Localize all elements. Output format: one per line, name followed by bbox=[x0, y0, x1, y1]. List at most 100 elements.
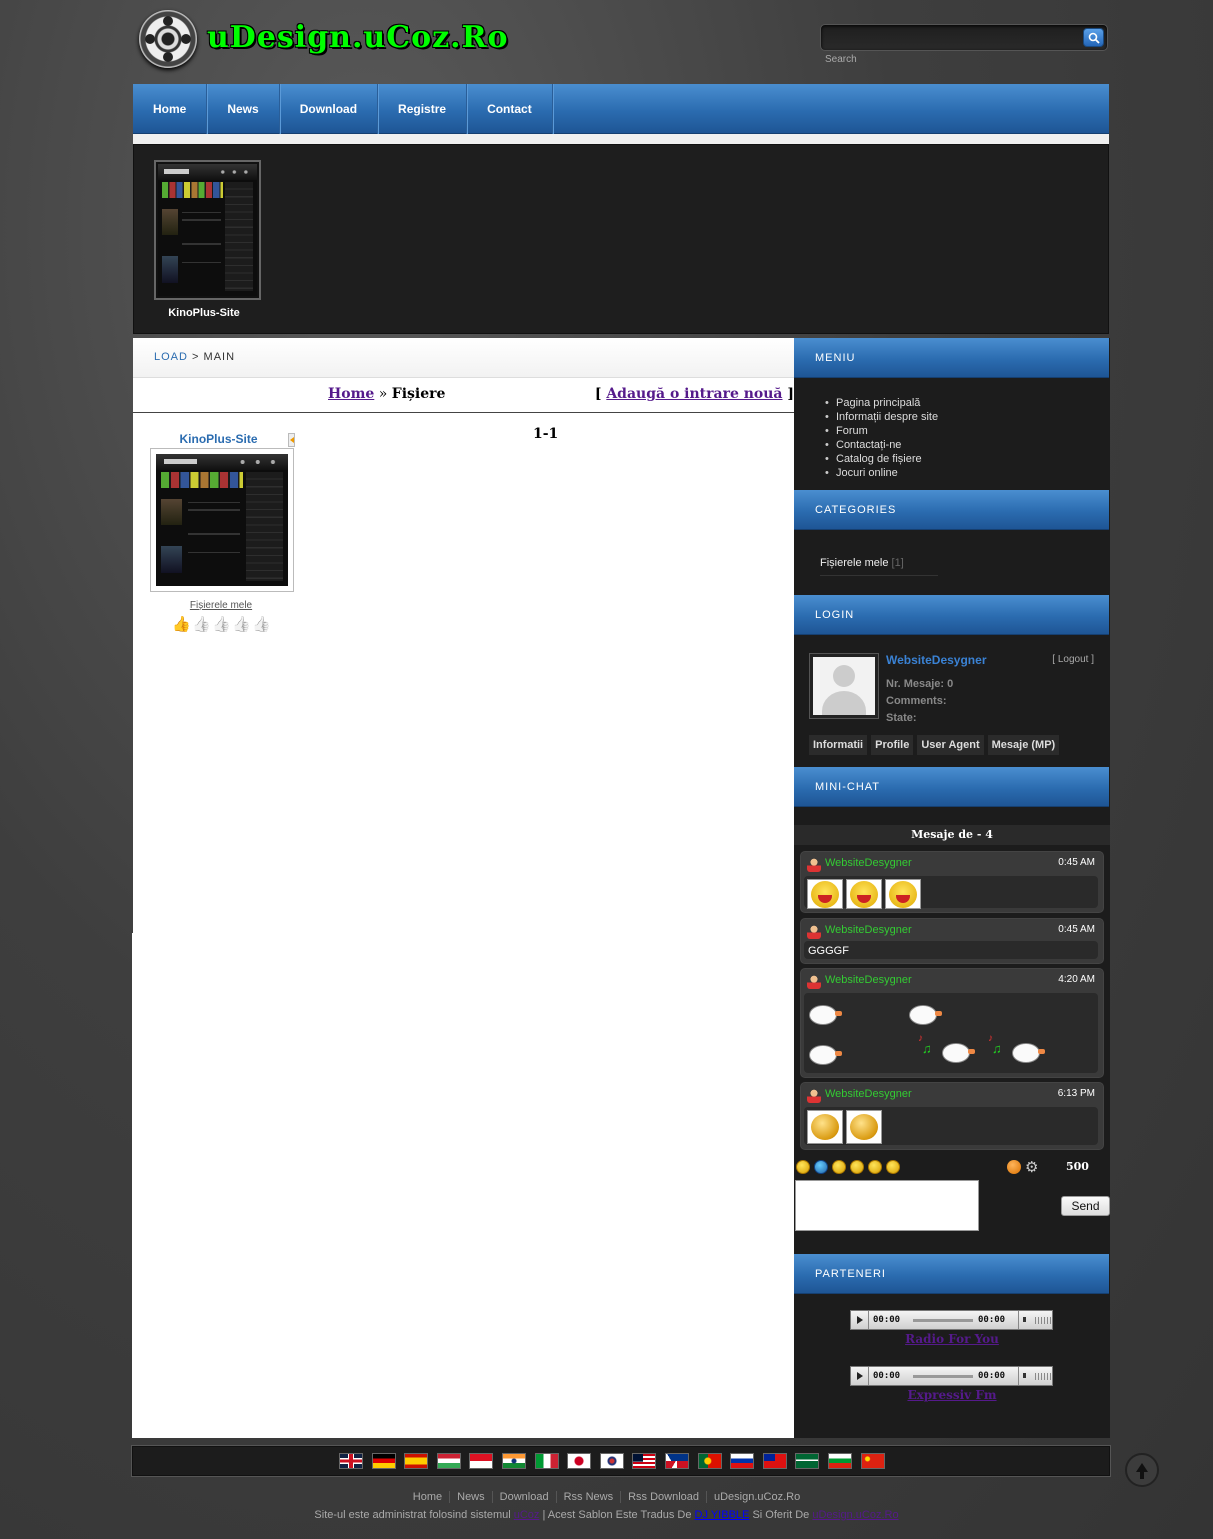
site-logo[interactable]: uDesign.uCoz.Ro bbox=[137, 8, 517, 78]
chat-message-user[interactable]: WebsiteDesygner bbox=[825, 857, 912, 869]
credit-site-link[interactable]: uDesign.uCoz.Ro bbox=[812, 1509, 898, 1521]
chat-char-counter: 500 bbox=[1066, 1160, 1089, 1173]
menu-item-games[interactable]: Jocuri online bbox=[825, 466, 938, 480]
chat-message-time: 0:45 AM bbox=[1058, 857, 1095, 868]
categories-block-title: CATEGORIES bbox=[794, 490, 1109, 530]
entry-thumbnail[interactable] bbox=[150, 448, 294, 592]
path-home-link[interactable]: Home bbox=[328, 386, 374, 402]
menu-item-home[interactable]: Pagina principală bbox=[825, 396, 938, 410]
emoticon-grin-icon[interactable] bbox=[850, 1160, 864, 1174]
flag-germany-icon[interactable] bbox=[371, 1453, 396, 1469]
volume-icon[interactable] bbox=[1018, 1311, 1052, 1329]
featured-label[interactable]: KinoPlus-Site bbox=[144, 307, 264, 319]
scroll-to-top-button[interactable] bbox=[1125, 1453, 1159, 1487]
footer-link-home[interactable]: Home bbox=[406, 1491, 451, 1503]
radio-link[interactable]: Radio For You bbox=[794, 1332, 1110, 1346]
golden-ball-icon bbox=[807, 1110, 843, 1144]
flag-philippines-icon[interactable] bbox=[664, 1453, 689, 1469]
user-tab-user-agent[interactable]: User Agent bbox=[917, 735, 984, 755]
radio-link[interactable]: Expressiv Fm bbox=[794, 1388, 1110, 1402]
flag-china-icon[interactable] bbox=[860, 1453, 885, 1469]
footer-link-rss-download[interactable]: Rss Download bbox=[621, 1491, 707, 1503]
chat-message-input[interactable] bbox=[795, 1180, 979, 1231]
emoticon-wink-icon[interactable] bbox=[886, 1160, 900, 1174]
add-entry-link[interactable]: Adaugă o intrare nouă bbox=[606, 386, 782, 402]
partners-block-title: PARTENERI bbox=[794, 1254, 1109, 1294]
category-item[interactable]: Fișierele mele [1] bbox=[820, 557, 938, 576]
gear-icon[interactable]: ⚙ bbox=[1025, 1160, 1040, 1175]
flag-hungary-icon[interactable] bbox=[436, 1453, 461, 1469]
chat-send-button[interactable]: Send bbox=[1061, 1196, 1110, 1216]
flag-uk-icon[interactable] bbox=[339, 1453, 363, 1469]
music-note-icon: ♫ bbox=[922, 1041, 932, 1056]
footer-link-news[interactable]: News bbox=[450, 1491, 493, 1503]
user-name[interactable]: WebsiteDesygner bbox=[886, 653, 986, 667]
nav-registre[interactable]: Registre bbox=[378, 84, 468, 134]
menu-item-file-catalog[interactable]: Catalog de fișiere bbox=[825, 452, 938, 466]
rating-thumb-icon[interactable]: 👍 bbox=[192, 616, 211, 634]
breadcrumb-load-link[interactable]: LOAD bbox=[154, 351, 188, 363]
footer-link-rss-news[interactable]: Rss News bbox=[557, 1491, 622, 1503]
entry-category-link[interactable]: Fișierele mele bbox=[150, 600, 292, 611]
flag-japan-icon[interactable] bbox=[567, 1453, 592, 1469]
add-entry-open-bracket: [ bbox=[594, 386, 602, 402]
volume-icon[interactable] bbox=[1018, 1367, 1052, 1385]
nav-home[interactable]: Home bbox=[133, 84, 208, 134]
flag-india-icon[interactable] bbox=[501, 1453, 526, 1469]
entry-toggle-icon[interactable] bbox=[288, 433, 295, 447]
chat-header: Mesaje de - 4 bbox=[794, 825, 1110, 845]
nav-news[interactable]: News bbox=[207, 84, 280, 134]
player-progress-bar[interactable] bbox=[913, 1319, 973, 1322]
menu-item-forum[interactable]: Forum bbox=[825, 424, 938, 438]
player-progress-bar[interactable] bbox=[913, 1375, 973, 1378]
user-icon bbox=[807, 925, 821, 939]
search-input[interactable] bbox=[827, 28, 1077, 47]
flag-italy-icon[interactable] bbox=[534, 1453, 559, 1469]
credit-translator-link[interactable]: DJ YIBBLE bbox=[695, 1509, 750, 1521]
rating-thumb-icon[interactable]: 👍 bbox=[252, 616, 271, 634]
user-tab-private-messages[interactable]: Mesaje (MP) bbox=[987, 735, 1060, 755]
play-icon[interactable] bbox=[851, 1367, 869, 1385]
breadcrumb: LOAD > MAIN bbox=[154, 351, 235, 363]
menu-item-about[interactable]: Informații despre site bbox=[825, 410, 938, 424]
laughing-smiley-icon bbox=[885, 879, 921, 909]
flag-saudi-icon[interactable] bbox=[795, 1453, 820, 1469]
flag-bulgaria-icon[interactable] bbox=[827, 1453, 852, 1469]
more-emoticons-icon[interactable] bbox=[1007, 1160, 1021, 1174]
menu-item-contact[interactable]: Contactați-ne bbox=[825, 438, 938, 452]
emoticon-laugh-icon[interactable] bbox=[868, 1160, 882, 1174]
nav-divider bbox=[133, 134, 1109, 144]
credit-ucoz-link[interactable]: uCoz bbox=[514, 1509, 540, 1521]
rating-thumb-icon[interactable]: 👍 bbox=[172, 616, 191, 634]
emoticon-smile-icon[interactable] bbox=[832, 1160, 846, 1174]
chat-message-user[interactable]: WebsiteDesygner bbox=[825, 924, 912, 936]
flag-indonesia-icon[interactable] bbox=[469, 1453, 494, 1469]
chat-message-user[interactable]: WebsiteDesygner bbox=[825, 974, 912, 986]
footer-link-site[interactable]: uDesign.uCoz.Ro bbox=[707, 1491, 807, 1503]
nav-download[interactable]: Download bbox=[280, 84, 379, 134]
user-tab-info[interactable]: Informatii bbox=[809, 735, 868, 755]
footer-link-download[interactable]: Download bbox=[493, 1491, 557, 1503]
flag-spain-icon[interactable] bbox=[404, 1453, 429, 1469]
emoticon-blue-icon[interactable] bbox=[814, 1160, 828, 1174]
search-box bbox=[820, 24, 1108, 51]
user-tab-profile[interactable]: Profile bbox=[871, 735, 914, 755]
search-button[interactable] bbox=[1083, 28, 1104, 47]
chat-message-time: 6:13 PM bbox=[1057, 1088, 1095, 1099]
entry-title[interactable]: KinoPlus-Site bbox=[150, 432, 287, 446]
featured-thumbnail[interactable] bbox=[154, 160, 261, 300]
laughing-smiley-icon bbox=[846, 879, 882, 909]
rating-thumb-icon[interactable]: 👍 bbox=[232, 616, 251, 634]
flag-korea-icon[interactable] bbox=[599, 1453, 624, 1469]
chat-message-user[interactable]: WebsiteDesygner bbox=[825, 1088, 912, 1100]
rating-thumb-icon[interactable]: 👍 bbox=[212, 616, 231, 634]
flag-portugal-icon[interactable] bbox=[697, 1453, 722, 1469]
logout-link[interactable]: [ Logout ] bbox=[1052, 654, 1094, 665]
nav-contact[interactable]: Contact bbox=[467, 84, 553, 134]
emoticon-ball-icon[interactable] bbox=[796, 1160, 810, 1174]
flag-malaysia-icon[interactable] bbox=[632, 1453, 657, 1469]
play-icon[interactable] bbox=[851, 1311, 869, 1329]
avatar[interactable] bbox=[809, 653, 879, 719]
flag-russia-icon[interactable] bbox=[730, 1453, 755, 1469]
flag-taiwan-icon[interactable] bbox=[762, 1453, 787, 1469]
